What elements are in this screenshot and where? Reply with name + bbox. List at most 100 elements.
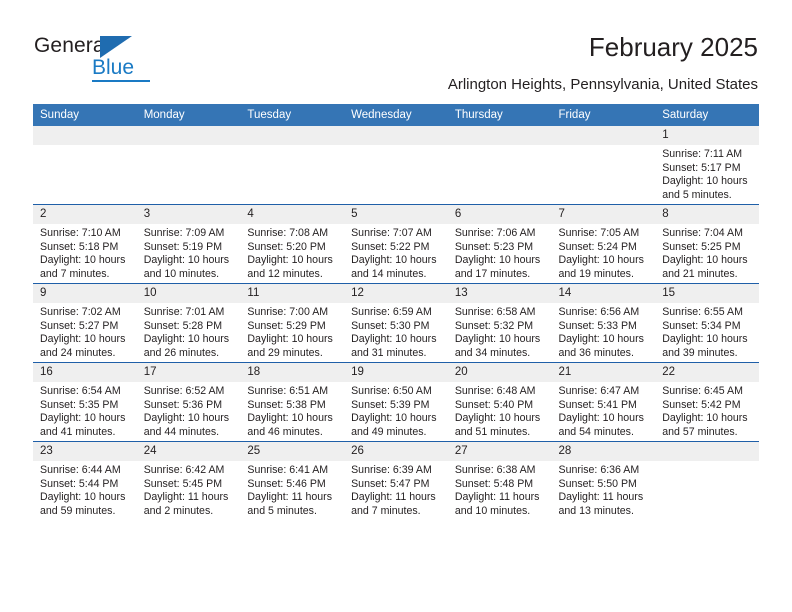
daylight-text-line2: and 41 minutes. <box>40 425 116 438</box>
daylight-text-line1: Daylight: 10 hours <box>558 333 644 346</box>
calendar-day-cell[interactable]: 7 Sunrise: 7:05 AM Sunset: 5:24 PM Dayli… <box>551 204 656 284</box>
calendar-day-cell[interactable]: 18 Sunrise: 6:51 AM Sunset: 5:38 PM Dayl… <box>240 362 345 442</box>
day-number: 10 <box>136 284 241 303</box>
daylight-text-line1: Daylight: 10 hours <box>662 254 748 267</box>
sunrise-text: Sunrise: 6:41 AM <box>247 464 329 476</box>
calendar-day-cell[interactable]: 1 Sunrise: 7:11 AM Sunset: 5:17 PM Dayli… <box>655 126 759 205</box>
daylight-text-line1: Daylight: 10 hours <box>351 254 437 267</box>
day-info: Sunrise: 6:42 AM Sunset: 5:45 PM Dayligh… <box>137 461 241 518</box>
calendar-day-cell[interactable]: 17 Sunrise: 6:52 AM Sunset: 5:36 PM Dayl… <box>136 362 241 442</box>
weekday-header-sunday: Sunday <box>33 104 137 126</box>
calendar-day-cell[interactable] <box>344 126 448 205</box>
day-info: Sunrise: 6:55 AM Sunset: 5:34 PM Dayligh… <box>655 303 759 360</box>
calendar-day-cell[interactable]: 6 Sunrise: 7:06 AM Sunset: 5:23 PM Dayli… <box>447 204 552 284</box>
day-number <box>447 126 552 145</box>
daylight-text-line1: Daylight: 10 hours <box>247 412 333 425</box>
logo-text-blue: Blue <box>92 56 135 79</box>
calendar-day-cell[interactable]: 21 Sunrise: 6:47 AM Sunset: 5:41 PM Dayl… <box>551 362 656 442</box>
calendar-day-cell[interactable]: 23 Sunrise: 6:44 AM Sunset: 5:44 PM Dayl… <box>33 441 137 520</box>
calendar-day-cell[interactable] <box>240 126 345 205</box>
calendar-day-cell[interactable]: 12 Sunrise: 6:59 AM Sunset: 5:30 PM Dayl… <box>344 283 448 363</box>
calendar-day-cell[interactable] <box>551 126 656 205</box>
daylight-text-line1: Daylight: 10 hours <box>454 254 541 267</box>
calendar-day-cell[interactable]: 28 Sunrise: 6:36 AM Sunset: 5:50 PM Dayl… <box>551 441 656 520</box>
calendar-day-cell[interactable]: 11 Sunrise: 7:00 AM Sunset: 5:29 PM Dayl… <box>240 283 345 363</box>
day-info: Sunrise: 6:36 AM Sunset: 5:50 PM Dayligh… <box>552 461 656 518</box>
daylight-text-line2: and 21 minutes. <box>662 267 738 280</box>
daylight-text-line2: and 19 minutes. <box>558 267 634 280</box>
calendar-day-cell[interactable] <box>33 126 137 205</box>
calendar-day-cell[interactable]: 8 Sunrise: 7:04 AM Sunset: 5:25 PM Dayli… <box>655 204 759 284</box>
day-number: 12 <box>344 284 448 303</box>
daylight-text-line2: and 24 minutes. <box>40 346 116 359</box>
sunrise-text: Sunrise: 7:05 AM <box>558 227 640 239</box>
calendar-day-cell[interactable]: 19 Sunrise: 6:50 AM Sunset: 5:39 PM Dayl… <box>344 362 448 442</box>
day-number: 14 <box>551 284 656 303</box>
day-number: 3 <box>136 205 241 224</box>
daylight-text-line1: Daylight: 11 hours <box>454 491 540 504</box>
page-subtitle: Arlington Heights, Pennsylvania, United … <box>447 76 758 93</box>
calendar-day-cell[interactable]: 13 Sunrise: 6:58 AM Sunset: 5:32 PM Dayl… <box>447 283 552 363</box>
calendar-day-cell[interactable] <box>655 441 759 520</box>
sunrise-text: Sunrise: 6:38 AM <box>454 464 536 476</box>
sunrise-text: Sunrise: 6:59 AM <box>351 306 432 318</box>
sunrise-text: Sunrise: 6:52 AM <box>143 385 225 397</box>
calendar-day-cell[interactable]: 2 Sunrise: 7:10 AM Sunset: 5:18 PM Dayli… <box>33 204 137 284</box>
calendar-day-cell[interactable]: 24 Sunrise: 6:42 AM Sunset: 5:45 PM Dayl… <box>136 441 241 520</box>
day-info: Sunrise: 6:48 AM Sunset: 5:40 PM Dayligh… <box>448 382 552 439</box>
day-info: Sunrise: 7:08 AM Sunset: 5:20 PM Dayligh… <box>240 224 344 281</box>
calendar-day-cell[interactable]: 4 Sunrise: 7:08 AM Sunset: 5:20 PM Dayli… <box>240 204 345 284</box>
daylight-text-line2: and 57 minutes. <box>662 425 738 438</box>
calendar-day-cell[interactable]: 16 Sunrise: 6:54 AM Sunset: 5:35 PM Dayl… <box>33 362 137 442</box>
daylight-text-line1: Daylight: 10 hours <box>558 412 644 425</box>
daylight-text-line1: Daylight: 10 hours <box>662 412 748 425</box>
sunset-text: Sunset: 5:45 PM <box>143 477 223 490</box>
calendar-day-cell[interactable]: 5 Sunrise: 7:07 AM Sunset: 5:22 PM Dayli… <box>344 204 448 284</box>
day-info: Sunrise: 7:02 AM Sunset: 5:27 PM Dayligh… <box>33 303 137 360</box>
daylight-text-line1: Daylight: 10 hours <box>662 175 748 188</box>
weekday-header-tuesday: Tuesday <box>240 104 345 126</box>
sunset-text: Sunset: 5:17 PM <box>662 161 741 174</box>
calendar-day-cell[interactable]: 22 Sunrise: 6:45 AM Sunset: 5:42 PM Dayl… <box>655 362 759 442</box>
day-number: 19 <box>344 363 448 382</box>
logo-underline <box>92 80 150 82</box>
daylight-text-line1: Daylight: 11 hours <box>143 491 229 504</box>
sunset-text: Sunset: 5:19 PM <box>143 240 223 253</box>
calendar-body: 1 Sunrise: 7:11 AM Sunset: 5:17 PM Dayli… <box>33 126 759 520</box>
calendar-day-cell[interactable]: 20 Sunrise: 6:48 AM Sunset: 5:40 PM Dayl… <box>447 362 552 442</box>
sunset-text: Sunset: 5:34 PM <box>662 319 741 332</box>
calendar-day-cell[interactable]: 9 Sunrise: 7:02 AM Sunset: 5:27 PM Dayli… <box>33 283 137 363</box>
sunrise-text: Sunrise: 7:07 AM <box>351 227 432 239</box>
day-number <box>136 126 241 145</box>
page-title: February 2025 <box>588 32 758 62</box>
day-number <box>655 442 759 461</box>
calendar-day-cell[interactable]: 26 Sunrise: 6:39 AM Sunset: 5:47 PM Dayl… <box>344 441 448 520</box>
day-number <box>344 126 448 145</box>
calendar-day-cell[interactable]: 15 Sunrise: 6:55 AM Sunset: 5:34 PM Dayl… <box>655 283 759 363</box>
day-info: Sunrise: 6:45 AM Sunset: 5:42 PM Dayligh… <box>655 382 759 439</box>
day-number: 6 <box>447 205 552 224</box>
daylight-text-line2: and 44 minutes. <box>143 425 220 438</box>
calendar-day-cell[interactable] <box>136 126 241 205</box>
sunset-text: Sunset: 5:41 PM <box>558 398 637 411</box>
calendar-day-cell[interactable]: 10 Sunrise: 7:01 AM Sunset: 5:28 PM Dayl… <box>136 283 241 363</box>
sunrise-text: Sunrise: 6:36 AM <box>558 464 640 476</box>
daylight-text-line1: Daylight: 10 hours <box>143 254 230 267</box>
day-number: 16 <box>33 363 137 382</box>
daylight-text-line2: and 49 minutes. <box>351 425 427 438</box>
general-blue-logo[interactable]: General Blue <box>34 34 214 86</box>
sunrise-text: Sunrise: 6:42 AM <box>143 464 225 476</box>
calendar-day-cell[interactable]: 14 Sunrise: 6:56 AM Sunset: 5:33 PM Dayl… <box>551 283 656 363</box>
sunset-text: Sunset: 5:18 PM <box>40 240 119 253</box>
day-info: Sunrise: 6:59 AM Sunset: 5:30 PM Dayligh… <box>344 303 448 360</box>
day-info: Sunrise: 6:50 AM Sunset: 5:39 PM Dayligh… <box>344 382 448 439</box>
daylight-text-line2: and 13 minutes. <box>558 504 634 517</box>
calendar-day-cell[interactable]: 3 Sunrise: 7:09 AM Sunset: 5:19 PM Dayli… <box>136 204 241 284</box>
calendar-day-cell[interactable] <box>447 126 552 205</box>
day-number: 25 <box>240 442 345 461</box>
calendar-day-cell[interactable]: 27 Sunrise: 6:38 AM Sunset: 5:48 PM Dayl… <box>447 441 552 520</box>
day-number: 11 <box>240 284 345 303</box>
daylight-text-line1: Daylight: 11 hours <box>351 491 436 504</box>
calendar-day-cell[interactable]: 25 Sunrise: 6:41 AM Sunset: 5:46 PM Dayl… <box>240 441 345 520</box>
day-number: 26 <box>344 442 448 461</box>
